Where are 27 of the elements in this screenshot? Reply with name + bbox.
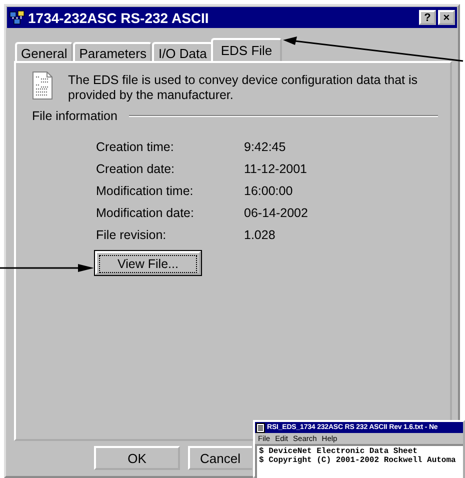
- field-value: 11-12-2001: [244, 162, 308, 176]
- tab[interactable]: General: [15, 42, 74, 61]
- text-line: $ Copyright (C) 2001-2002 Rockwell Automa: [259, 456, 457, 465]
- field-label: File revision:: [96, 228, 168, 242]
- field-label: Creation date:: [96, 162, 176, 176]
- window-title: 1734-232ASC RS-232 ASCII: [28, 10, 210, 26]
- field-label: Modification time:: [96, 184, 194, 198]
- tab[interactable]: EDS File: [210, 38, 282, 61]
- document-icon: [32, 71, 54, 101]
- close-button[interactable]: ×: [438, 10, 455, 25]
- tab[interactable]: I/O Data: [152, 42, 213, 61]
- text-line: $ DeviceNet Electronic Data Sheet: [259, 447, 418, 456]
- notepad-icon: [256, 422, 265, 432]
- section-label: File information: [32, 109, 118, 123]
- field-value: 06-14-2002: [244, 206, 309, 220]
- field-value: 9:42:45: [244, 140, 287, 154]
- field-label: Creation time:: [96, 140, 175, 154]
- tab[interactable]: Parameters: [73, 42, 152, 61]
- help-button[interactable]: ?: [419, 10, 436, 25]
- description-text: The EDS file is used to convey device configuration data that is provided by the manufacturer.: [68, 73, 418, 103]
- ok-button[interactable]: OK: [94, 446, 180, 470]
- field-value: 1.028: [244, 228, 276, 242]
- field-label: Modification date:: [96, 206, 195, 220]
- view-file-button[interactable]: View File...: [95, 251, 201, 275]
- field-value: 16:00:00: [244, 184, 294, 198]
- network-icon: [9, 10, 25, 26]
- cancel-button[interactable]: Cancel: [188, 446, 252, 470]
